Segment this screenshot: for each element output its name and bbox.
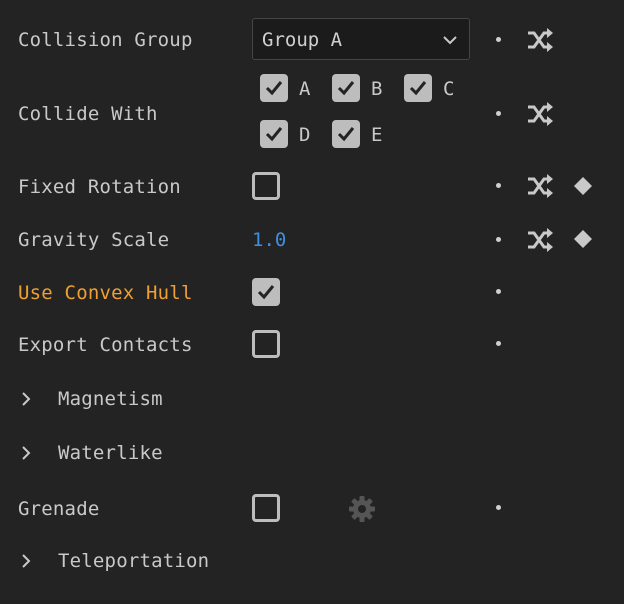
gravity-scale-value[interactable]: 1.0 [252, 228, 286, 252]
modified-dot [496, 289, 501, 294]
chevron-down-icon [443, 36, 457, 45]
gear-icon[interactable] [347, 494, 377, 524]
collide-with-a-label: A [299, 78, 311, 100]
diamond-icon[interactable] [573, 229, 593, 249]
diamond-icon[interactable] [573, 176, 593, 196]
collision-group-value: Group A [262, 29, 343, 51]
fixed-rotation-label: Fixed Rotation [18, 176, 181, 198]
collision-group-dropdown[interactable]: Group A [252, 18, 470, 60]
modified-dot [496, 183, 501, 188]
checkmark-icon [337, 127, 355, 142]
grenade-label: Grenade [18, 498, 100, 520]
checkmark-icon [265, 127, 283, 142]
collide-with-a-checkbox[interactable] [260, 74, 288, 102]
modified-dot [496, 237, 501, 242]
teleportation-section-header[interactable]: Teleportation [58, 549, 209, 573]
gravity-scale-label: Gravity Scale [18, 229, 170, 251]
export-contacts-label: Export Contacts [18, 334, 193, 356]
magnetism-section-header[interactable]: Magnetism [58, 387, 163, 411]
shuffle-icon[interactable] [526, 172, 554, 200]
shuffle-icon[interactable] [526, 26, 554, 54]
shuffle-icon[interactable] [526, 226, 554, 254]
checkmark-icon [257, 285, 275, 300]
collide-with-c-checkbox[interactable] [404, 74, 432, 102]
modified-dot [496, 37, 501, 42]
collide-with-d-checkbox[interactable] [260, 120, 288, 148]
checkmark-icon [337, 81, 355, 96]
modified-dot [496, 505, 501, 510]
chevron-right-icon[interactable] [18, 387, 34, 411]
waterlike-section-header[interactable]: Waterlike [58, 441, 163, 465]
collide-with-b-label: B [371, 78, 383, 100]
collide-with-e-label: E [371, 124, 383, 146]
modified-dot [496, 111, 501, 116]
fixed-rotation-checkbox[interactable] [252, 172, 280, 200]
shuffle-icon[interactable] [526, 100, 554, 128]
use-convex-hull-label: Use Convex Hull [18, 282, 193, 304]
collide-with-b-checkbox[interactable] [332, 74, 360, 102]
checkmark-icon [409, 81, 427, 96]
modified-dot [496, 341, 501, 346]
chevron-right-icon[interactable] [18, 549, 34, 573]
checkmark-icon [265, 81, 283, 96]
grenade-checkbox[interactable] [252, 494, 280, 522]
use-convex-hull-checkbox[interactable] [252, 278, 280, 306]
collide-with-e-checkbox[interactable] [332, 120, 360, 148]
export-contacts-checkbox[interactable] [252, 330, 280, 358]
collision-group-label: Collision Group [18, 29, 193, 51]
chevron-right-icon[interactable] [18, 441, 34, 465]
collide-with-d-label: D [299, 124, 311, 146]
collide-with-c-label: C [443, 78, 455, 100]
collide-with-label: Collide With [18, 103, 158, 125]
